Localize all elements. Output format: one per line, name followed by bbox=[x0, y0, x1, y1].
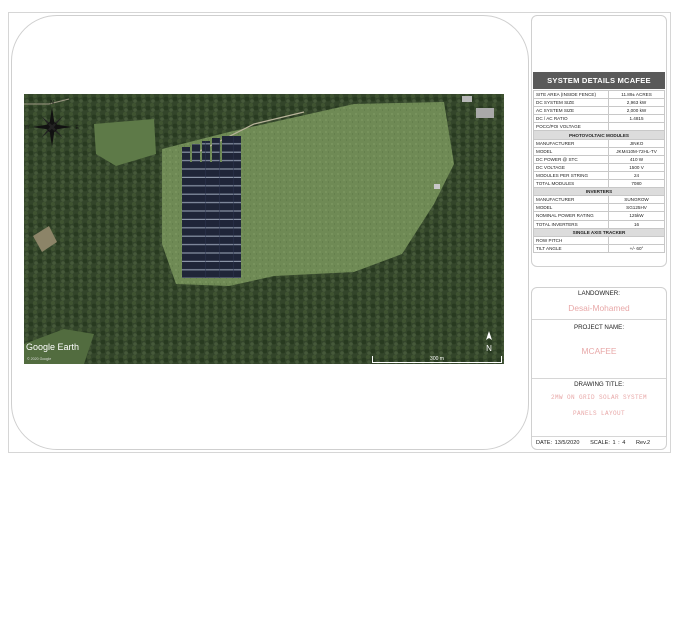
building-1 bbox=[462, 96, 472, 102]
table-row: ROW PITCH bbox=[533, 235, 665, 245]
table-row: MODEL SG125HV bbox=[533, 203, 665, 213]
scale-bar-label: 300 m bbox=[430, 356, 444, 362]
svg-text:N: N bbox=[50, 100, 54, 106]
system-details-title: SYSTEM DETAILS MCAFEE bbox=[533, 72, 665, 89]
table-row: MODULES PER STRING 24 bbox=[533, 170, 665, 181]
section-header-tracker: SINGLE AXIS TRACKER bbox=[533, 227, 665, 237]
table-row: TOTAL INVERTERS 16 bbox=[533, 219, 665, 229]
system-details-table: SITE AREA (INSIDE FENCE) 11.89± ACRES DC … bbox=[533, 89, 665, 253]
table-row: DC / AC RATIO 1.4815 bbox=[533, 114, 665, 124]
drawing-title-label: DRAWING TITLE: bbox=[574, 381, 624, 388]
building-3 bbox=[434, 184, 440, 189]
aerial-site-map[interactable]: N W E Google Earth © 2020 Google 300 m N bbox=[24, 94, 504, 364]
svg-text:W: W bbox=[25, 125, 30, 131]
imagery-copyright: © 2020 Google bbox=[27, 357, 51, 361]
drawing-meta: DATE: 13/5/2020 SCALE: 1 : 4 Rev.2 bbox=[536, 440, 650, 446]
table-row: TOTAL MODULES 7080 bbox=[533, 179, 665, 189]
solar-array bbox=[182, 152, 241, 278]
drawing-title-line-1: 2MW ON GRID SOLAR SYSTEM bbox=[550, 394, 647, 401]
landowner-label: LANDOWNER: bbox=[578, 290, 620, 297]
svg-text:N: N bbox=[486, 344, 492, 353]
drawing-revision: Rev.2 bbox=[635, 440, 651, 446]
divider bbox=[532, 319, 666, 320]
satellite-image: N W E Google Earth © 2020 Google 300 m N bbox=[24, 94, 504, 364]
table-row: DC SYSTEM SIZE 2,963 kW bbox=[533, 98, 665, 108]
table-row: NOMINAL POWER RATING 125kW bbox=[533, 211, 665, 221]
table-row: DC VOLTAGE 1500 V bbox=[533, 162, 665, 172]
table-row: DC POWER @ STC 410 W bbox=[533, 154, 665, 164]
divider bbox=[532, 378, 666, 379]
table-row: AC SYSTEM SIZE 2,000 kW bbox=[533, 106, 665, 116]
landowner-name: Desai-Mohamed bbox=[568, 303, 630, 313]
drawing-title-line-2: PANELS LAYOUT bbox=[572, 410, 625, 417]
table-row: TILT ANGLE +/- 60° bbox=[533, 243, 665, 253]
building-2 bbox=[476, 108, 494, 118]
project-name: MCAFEE bbox=[581, 346, 617, 356]
section-header-inverters: INVERTERS bbox=[533, 187, 665, 197]
divider bbox=[532, 436, 666, 437]
google-earth-logo: Google Earth bbox=[26, 342, 79, 352]
drawing-date: DATE: 13/5/2020 bbox=[536, 440, 580, 446]
drawing-scale: SCALE: 1 : 4 bbox=[590, 440, 626, 446]
table-row: MODEL JKM410M-72HL-TV bbox=[533, 146, 665, 156]
table-row: POCC/POI VOLTAGE bbox=[533, 122, 665, 132]
section-header-pv-modules: PHOTOVOLTAIC MODULES bbox=[533, 130, 665, 140]
table-row: MANUFACTURER SUNGROW bbox=[533, 195, 665, 205]
table-row: SITE AREA (INSIDE FENCE) 11.89± ACRES bbox=[533, 89, 665, 100]
project-name-label: PROJECT NAME: bbox=[573, 324, 625, 331]
table-row: MANUFACTURER JINKO bbox=[533, 138, 665, 148]
